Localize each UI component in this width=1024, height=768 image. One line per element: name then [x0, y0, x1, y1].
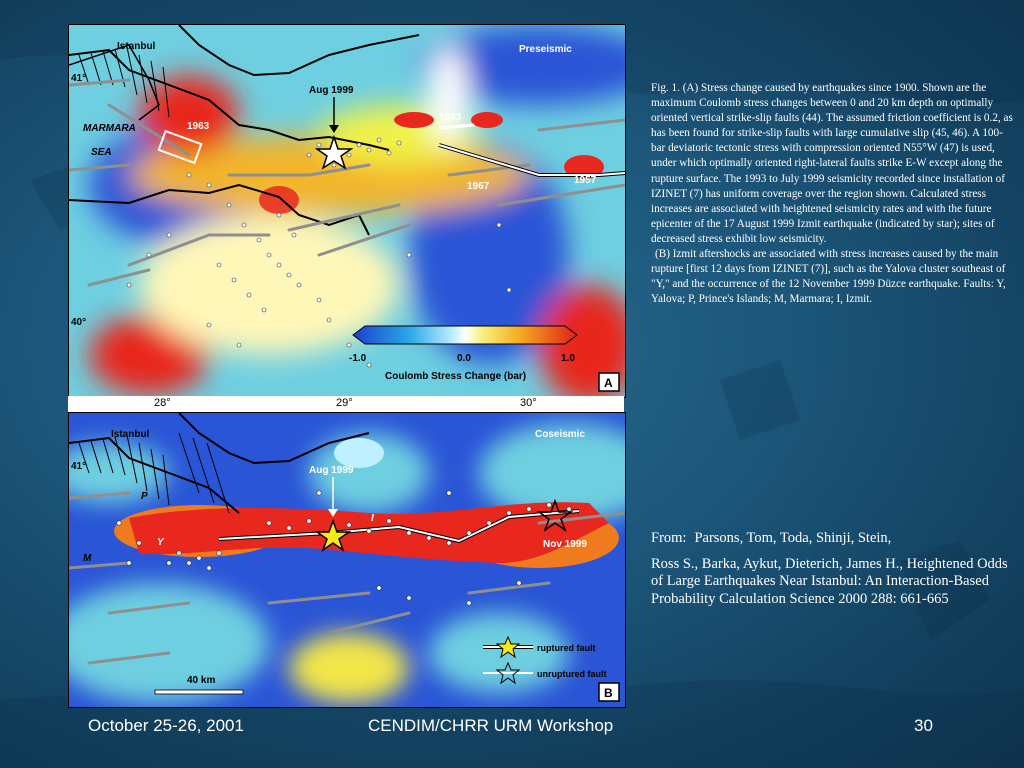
source-citation: From: Parsons, Tom, Toda, Shinji, Stein, … — [651, 530, 1011, 616]
source-from-label: From: — [651, 530, 687, 546]
source-authors-line1: Parsons, Tom, Toda, Shinji, Stein, — [694, 530, 892, 546]
panel-a-year-1963: 1963 — [187, 121, 210, 132]
panel-a-place-marmara: MARMARA — [83, 123, 136, 134]
colorbar-title: Coulomb Stress Change (bar) — [385, 371, 526, 382]
panel-a-place-istanbul: Istanbul — [117, 41, 156, 52]
legend-ruptured-label: ruptured fault — [537, 643, 596, 653]
panel-a-year-1967: 1967 — [467, 181, 490, 192]
longitude-axis: 28° 29° 30° — [68, 396, 624, 412]
panel-b-label: B — [604, 686, 613, 700]
panel-a-label: A — [604, 376, 613, 390]
colorbar-max-label: 1.0 — [561, 353, 575, 364]
scale-bar — [154, 689, 244, 695]
fault-letter-i: I — [371, 513, 374, 524]
lon-tick-30: 30° — [520, 397, 537, 409]
panel-b-event-label: Aug 1999 — [309, 465, 354, 476]
stress-map-panel-b: Coseismic Aug 1999 Nov 1999 Istanbul 41°… — [68, 412, 626, 708]
source-rest: Ross S., Barka, Aykut, Dieterich, James … — [651, 555, 1008, 607]
panel-b-lat-41: 41° — [71, 461, 86, 472]
caption-paragraph-b: (B) Izmit aftershocks are associated wit… — [651, 248, 1006, 306]
legend-unruptured-label: unruptured fault — [537, 669, 607, 679]
panel-b-state-label: Coseismic — [535, 429, 585, 440]
colorbar-mid-label: 0.0 — [457, 353, 471, 364]
footer-event: CENDIM/CHRR URM Workshop — [368, 716, 614, 735]
panel-a-event-label: Aug 1999 — [309, 85, 354, 96]
panel-a-year-1957: 1957 — [574, 175, 597, 186]
panel-a-lat-41: 41° — [71, 73, 86, 84]
caption-paragraph-a: Fig. 1. (A) Stress change caused by eart… — [651, 82, 1013, 245]
footer-page-number: 30 — [914, 716, 933, 735]
scale-bar-label: 40 km — [187, 675, 215, 686]
figure-caption: Fig. 1. (A) Stress change caused by eart… — [651, 81, 1013, 307]
fault-letter-m: M — [83, 553, 92, 564]
panel-a-lat-40: 40° — [71, 317, 86, 328]
stress-map-panel-a: Preseismic Aug 1999 Istanbul MARMARA SEA… — [68, 24, 626, 398]
panel-a-place-sea: SEA — [91, 147, 112, 158]
panel-a-year-1943: 1943 — [439, 112, 462, 123]
fault-letter-p: P — [141, 491, 148, 502]
footer-date: October 25-26, 2001 — [88, 716, 244, 735]
lon-tick-28: 28° — [154, 397, 171, 409]
panel-b-nov-label: Nov 1999 — [543, 539, 587, 550]
colorbar-min-label: -1.0 — [349, 353, 367, 364]
panel-b-place-istanbul: Istanbul — [111, 429, 150, 440]
panel-a-state-label: Preseismic — [519, 44, 572, 55]
lon-tick-29: 29° — [336, 397, 353, 409]
